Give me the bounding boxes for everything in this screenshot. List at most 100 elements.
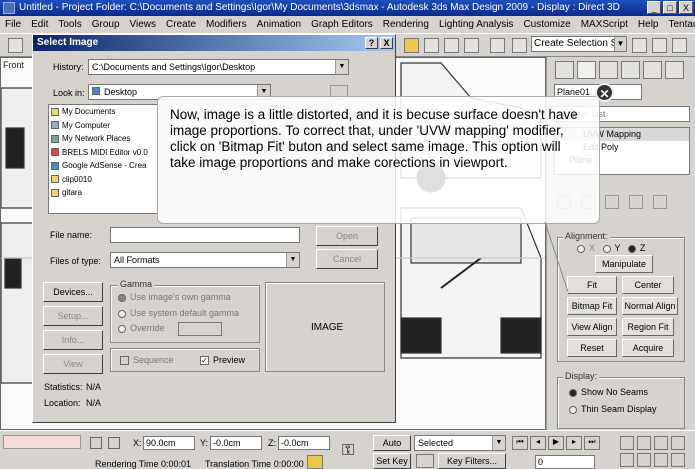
gamma-own-radio[interactable]: Use image's own gamma: [118, 292, 231, 302]
percent-snap-icon[interactable]: [444, 38, 459, 53]
key-icon[interactable]: ⚿: [342, 442, 354, 460]
go-to-end-icon[interactable]: ⏭: [584, 436, 600, 450]
create-tab-icon[interactable]: [555, 61, 574, 79]
list-item[interactable]: BRELS MIDI Editor v0.0: [49, 146, 157, 160]
reset-button[interactable]: Reset: [567, 339, 617, 357]
orbit-icon[interactable]: [654, 453, 668, 467]
list-item[interactable]: My Computer: [49, 119, 157, 133]
play-icon[interactable]: ▶: [548, 436, 564, 450]
menu-maxscript[interactable]: MAXScript: [581, 16, 628, 33]
previous-frame-icon[interactable]: ◂: [530, 436, 546, 450]
go-to-start-icon[interactable]: ⏮: [512, 436, 528, 450]
list-item[interactable]: Google AdSense - Crea: [49, 159, 157, 173]
configure-sets-icon[interactable]: [653, 195, 667, 209]
menu-lighting-analysis[interactable]: Lighting Analysis: [439, 16, 514, 33]
center-button[interactable]: Center: [622, 276, 674, 294]
zoom-extents-all-icon[interactable]: [671, 436, 685, 450]
spinner-snap-icon[interactable]: [464, 38, 479, 53]
info-button[interactable]: Info...: [43, 330, 103, 350]
absolute-mode-icon[interactable]: [108, 437, 120, 449]
zoom-extents-icon[interactable]: [654, 436, 668, 450]
view-button[interactable]: View: [43, 354, 103, 374]
lock-icon[interactable]: [90, 437, 102, 449]
z-coordinate-field[interactable]: -0.0cm: [278, 436, 330, 450]
undo-icon[interactable]: [8, 38, 23, 53]
layer-manager-icon[interactable]: [652, 38, 667, 53]
cancel-button[interactable]: Cancel: [316, 249, 378, 269]
set-key-button[interactable]: Set Key: [373, 453, 411, 469]
acquire-button[interactable]: Acquire: [622, 339, 674, 357]
zoom-all-icon[interactable]: [637, 436, 651, 450]
x-coordinate-field[interactable]: 90.0cm: [143, 436, 195, 450]
angle-snap-icon[interactable]: [424, 38, 439, 53]
align-icon[interactable]: [632, 38, 647, 53]
next-frame-icon[interactable]: ▸: [566, 436, 582, 450]
menu-views[interactable]: Views: [130, 16, 157, 33]
maxscript-listener[interactable]: [3, 435, 81, 449]
current-frame-field[interactable]: 0: [535, 455, 595, 469]
utilities-tab-icon[interactable]: [665, 61, 684, 79]
close-button[interactable]: X: [679, 1, 693, 14]
menu-customize[interactable]: Customize: [523, 16, 570, 33]
minimize-button[interactable]: _: [647, 1, 661, 14]
list-item[interactable]: clip0010: [49, 173, 157, 187]
curve-editor-icon[interactable]: [672, 38, 687, 53]
menu-tentacles[interactable]: Tentacles: [669, 16, 695, 33]
key-mode-dropdown[interactable]: Selected ▼: [414, 435, 506, 451]
show-no-seams-radio[interactable]: Show No Seams: [569, 387, 648, 397]
remove-modifier-icon[interactable]: [629, 195, 643, 209]
devices-button[interactable]: Devices...: [43, 282, 103, 302]
view-align-button[interactable]: View Align: [567, 318, 617, 336]
list-item[interactable]: My Network Places: [49, 132, 157, 146]
thin-seam-radio[interactable]: Thin Seam Display: [569, 404, 657, 414]
menu-file[interactable]: File: [5, 16, 21, 33]
edit-named-selection-icon[interactable]: [490, 38, 505, 53]
viewport-label[interactable]: Front: [3, 60, 24, 70]
files-of-type-dropdown[interactable]: All Formats ▼: [110, 252, 300, 268]
key-filters-button[interactable]: Key Filters...: [438, 453, 506, 469]
gamma-override-field[interactable]: [178, 322, 222, 336]
normal-align-button[interactable]: Normal Align: [622, 297, 678, 315]
setup-button[interactable]: Setup...: [43, 306, 103, 326]
manipulate-button[interactable]: Manipulate: [595, 255, 653, 273]
menu-help[interactable]: Help: [638, 16, 659, 33]
gamma-override-radio[interactable]: Override: [118, 323, 165, 333]
sequence-checkbox[interactable]: Sequence: [120, 355, 174, 366]
axis-y[interactable]: Y: [615, 243, 621, 253]
region-fit-button[interactable]: Region Fit: [622, 318, 674, 336]
history-dropdown[interactable]: C:\Documents and Settings\Igor\Desktop ▼: [88, 59, 349, 75]
mirror-icon[interactable]: [512, 38, 527, 53]
fit-button[interactable]: Fit: [567, 276, 617, 294]
set-keys-icon[interactable]: [416, 454, 434, 468]
selection-set-dropdown[interactable]: Create Selection Set ▼: [531, 36, 627, 52]
hierarchy-tab-icon[interactable]: [599, 61, 618, 79]
time-tag-icon[interactable]: [307, 455, 323, 469]
list-item[interactable]: gitara: [49, 186, 157, 200]
zoom-icon[interactable]: [620, 436, 634, 450]
menu-tools[interactable]: Tools: [58, 16, 81, 33]
maximize-button[interactable]: □: [663, 1, 677, 14]
axis-x[interactable]: X: [589, 243, 595, 253]
display-tab-icon[interactable]: [643, 61, 662, 79]
menu-create[interactable]: Create: [166, 16, 196, 33]
maximize-viewport-icon[interactable]: [671, 453, 685, 467]
file-name-input[interactable]: [110, 227, 300, 243]
close-icon[interactable]: ✕: [595, 83, 614, 102]
pan-icon[interactable]: [637, 453, 651, 467]
menu-edit[interactable]: Edit: [31, 16, 48, 33]
dialog-close-button[interactable]: X: [380, 37, 393, 49]
bitmap-fit-button[interactable]: Bitmap Fit: [567, 297, 617, 315]
modify-tab-icon[interactable]: [577, 61, 596, 79]
menu-graph-editors[interactable]: Graph Editors: [311, 16, 373, 33]
menu-animation[interactable]: Animation: [257, 16, 301, 33]
menu-rendering[interactable]: Rendering: [383, 16, 429, 33]
motion-tab-icon[interactable]: [621, 61, 640, 79]
menu-modifiers[interactable]: Modifiers: [206, 16, 247, 33]
field-of-view-icon[interactable]: [620, 453, 634, 467]
list-item[interactable]: My Documents: [49, 105, 157, 119]
axis-z[interactable]: Z: [640, 243, 646, 253]
menu-group[interactable]: Group: [92, 16, 120, 33]
y-coordinate-field[interactable]: -0.0cm: [210, 436, 262, 450]
auto-key-button[interactable]: Auto Key: [373, 435, 411, 462]
open-button[interactable]: Open: [316, 226, 378, 246]
